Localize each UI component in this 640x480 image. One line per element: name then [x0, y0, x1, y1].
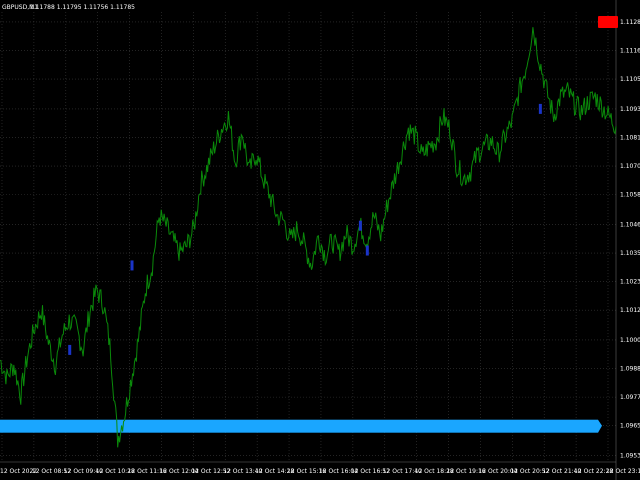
y-tick-label: 1.09535	[620, 453, 640, 460]
band-level-bar	[0, 419, 598, 433]
chart-header: GBPUSD,M1 1.11788 1.11795 1.11756 1.1178…	[2, 4, 135, 11]
y-tick-label: 1.10235	[620, 279, 640, 286]
y-tick-label: 1.11280	[620, 19, 640, 26]
price-chart[interactable]: 1.11280 1.11165 1.11050 1.10930 1.10815 1.107…	[0, 0, 640, 480]
trade-markers	[68, 103, 542, 355]
trade-marker	[358, 220, 362, 231]
y-tick-label: 1.10120	[620, 307, 640, 314]
ohlc-values: 1.11788 1.11795 1.11756 1.11785	[30, 4, 135, 11]
y-tick-label: 1.10000	[620, 337, 640, 344]
band-level-tip	[598, 419, 602, 433]
y-tick-label: 1.10700	[620, 163, 640, 170]
y-tick-label: 1.09655	[620, 423, 640, 430]
price-axis: 1.11280 1.11165 1.11050 1.10930 1.10815 1.107…	[620, 19, 640, 460]
chart-grid	[0, 0, 617, 480]
price-series	[0, 27, 617, 448]
y-tick-label: 1.10930	[620, 106, 640, 113]
current-price-label	[598, 15, 618, 28]
trade-marker	[68, 344, 72, 355]
y-tick-label: 1.11165	[620, 48, 640, 55]
trade-marker	[365, 245, 369, 256]
y-tick-label: 1.11050	[620, 76, 640, 83]
y-tick-label: 1.10585	[620, 192, 640, 199]
x-tick-label: 12 Oct 23:16	[606, 468, 640, 475]
y-tick-label: 1.10465	[620, 221, 640, 228]
y-tick-label: 1.10350	[620, 250, 640, 257]
trade-marker	[538, 103, 542, 114]
y-tick-label: 1.09885	[620, 366, 640, 373]
y-tick-label: 1.10815	[620, 134, 640, 141]
trade-marker	[130, 260, 134, 271]
price-line	[0, 27, 617, 448]
y-tick-label: 1.09770	[620, 394, 640, 401]
time-axis: 12 Oct 202212 Oct 08:5212 Oct 09:4012 Oc…	[0, 468, 640, 475]
horizontal-band	[0, 419, 602, 433]
